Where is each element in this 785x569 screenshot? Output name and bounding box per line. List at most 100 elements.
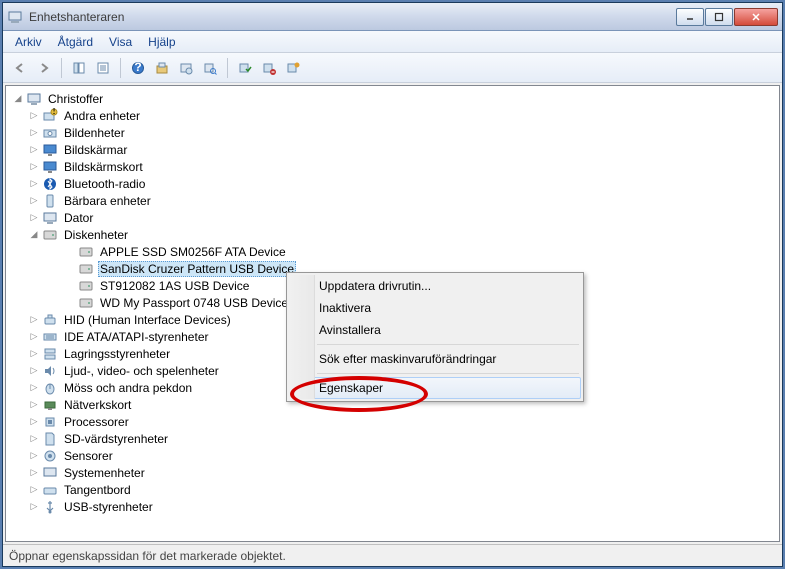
show-hide-tree-button[interactable]	[68, 57, 90, 79]
tree-label: Processorer	[62, 415, 131, 429]
expand-icon[interactable]: ▷	[28, 399, 40, 411]
tree-category-sd[interactable]: ▷ SD-värdstyrenheter	[8, 430, 777, 447]
enable-button[interactable]	[234, 57, 256, 79]
tree-category-bild[interactable]: ▷ Bildenheter	[8, 124, 777, 141]
help-button[interactable]: ?	[127, 57, 149, 79]
ctx-disable[interactable]: Inaktivera	[289, 297, 581, 319]
tree-category-barbara[interactable]: ▷ Bärbara enheter	[8, 192, 777, 209]
titlebar[interactable]: Enhetshanteraren	[3, 3, 782, 31]
expand-icon[interactable]: ▷	[28, 348, 40, 360]
expand-icon[interactable]: ▷	[28, 195, 40, 207]
cpu-icon	[42, 414, 58, 430]
tree-label: Bildskärmar	[62, 143, 129, 157]
expand-icon[interactable]: ▷	[28, 314, 40, 326]
tree-label: Lagringsstyrenheter	[62, 347, 172, 361]
tree-label: IDE ATA/ATAPI-styrenheter	[62, 330, 211, 344]
context-separator	[317, 373, 579, 374]
expand-icon[interactable]: ▷	[28, 127, 40, 139]
expand-icon[interactable]: ▷	[28, 144, 40, 156]
net-icon	[42, 397, 58, 413]
minimize-button[interactable]	[676, 8, 704, 26]
menu-hjalp[interactable]: Hjälp	[140, 33, 183, 51]
expand-icon[interactable]: ▷	[28, 467, 40, 479]
expand-icon[interactable]: ▷	[28, 110, 40, 122]
tree-category-skarmar[interactable]: ▷ Bildskärmar	[8, 141, 777, 158]
maximize-button[interactable]	[705, 8, 733, 26]
kb-icon	[42, 482, 58, 498]
computer-icon	[42, 210, 58, 226]
disk-icon	[78, 244, 94, 260]
expand-icon[interactable]: ▷	[28, 484, 40, 496]
uninstall-button[interactable]	[282, 57, 304, 79]
device-tree-panel[interactable]: ◢ Christoffer ▷ ! Andra enheter ▷ Bilden…	[5, 85, 780, 542]
tree-category-dator[interactable]: ▷ Dator	[8, 209, 777, 226]
disk-icon	[78, 295, 94, 311]
close-button[interactable]	[734, 8, 778, 26]
tree-label: Ljud-, video- och spelenheter	[62, 364, 221, 378]
expand-icon[interactable]: ▷	[28, 331, 40, 343]
tree-root[interactable]: ◢ Christoffer	[8, 90, 777, 107]
tree-category-processorer[interactable]: ▷ Processorer	[8, 413, 777, 430]
action1-button[interactable]	[151, 57, 173, 79]
sys-icon	[42, 465, 58, 481]
expand-icon[interactable]: ▷	[28, 433, 40, 445]
sd-icon	[42, 431, 58, 447]
tree-category-bluetooth[interactable]: ▷ Bluetooth-radio	[8, 175, 777, 192]
tree-label: Diskenheter	[62, 228, 130, 242]
camera-icon	[42, 125, 58, 141]
warn-icon: !	[42, 108, 58, 124]
ctx-uninstall[interactable]: Avinstallera	[289, 319, 581, 341]
tree-label: HID (Human Interface Devices)	[62, 313, 233, 327]
forward-button[interactable]	[33, 57, 55, 79]
expand-icon[interactable]: ▷	[28, 501, 40, 513]
collapse-icon[interactable]: ◢	[12, 93, 24, 105]
menu-atgard[interactable]: Åtgärd	[50, 33, 101, 51]
ctx-update-driver[interactable]: Uppdatera drivrutin...	[289, 275, 581, 297]
tree-category-system[interactable]: ▷ Systemenheter	[8, 464, 777, 481]
tree-label: SD-värdstyrenheter	[62, 432, 170, 446]
disk-icon	[42, 227, 58, 243]
tree-label: USB-styrenheter	[62, 500, 155, 514]
back-button[interactable]	[9, 57, 31, 79]
tree-label: Bildskärmskort	[62, 160, 145, 174]
action2-button[interactable]	[175, 57, 197, 79]
menu-visa[interactable]: Visa	[101, 33, 140, 51]
menu-arkiv[interactable]: Arkiv	[7, 33, 50, 51]
disk-icon	[78, 261, 94, 277]
expand-icon[interactable]: ▷	[28, 365, 40, 377]
tree-device[interactable]: ▷ APPLE SSD SM0256F ATA Device	[8, 243, 777, 260]
tree-label: Bildenheter	[62, 126, 127, 140]
tree-category-sensorer[interactable]: ▷ Sensorer	[8, 447, 777, 464]
properties-button[interactable]	[92, 57, 114, 79]
tree-label: Bärbara enheter	[62, 194, 153, 208]
collapse-icon[interactable]: ◢	[28, 229, 40, 241]
ctx-properties[interactable]: Egenskaper	[289, 377, 581, 399]
bt-icon	[42, 176, 58, 192]
tree-category-usb[interactable]: ▷ USB-styrenheter	[8, 498, 777, 515]
window-controls	[676, 8, 778, 26]
expand-icon[interactable]: ▷	[28, 416, 40, 428]
disk-icon	[78, 278, 94, 294]
ctx-label: Sök efter maskinvaruförändringar	[319, 352, 496, 366]
tree-category-skarmskort[interactable]: ▷ Bildskärmskort	[8, 158, 777, 175]
usb-icon	[42, 499, 58, 515]
tree-label: Möss och andra pekdon	[62, 381, 194, 395]
tree-category-diskenheter[interactable]: ◢ Diskenheter	[8, 226, 777, 243]
tree-category-tangentbord[interactable]: ▷ Tangentbord	[8, 481, 777, 498]
expand-icon[interactable]: ▷	[28, 178, 40, 190]
storage-icon	[42, 346, 58, 362]
ctx-scan-hardware[interactable]: Sök efter maskinvaruförändringar	[289, 348, 581, 370]
expand-icon[interactable]: ▷	[28, 161, 40, 173]
portable-icon	[42, 193, 58, 209]
tree-label: Dator	[62, 211, 95, 225]
disable-button[interactable]	[258, 57, 280, 79]
ctx-label: Uppdatera drivrutin...	[319, 279, 431, 293]
scan-button[interactable]	[199, 57, 221, 79]
expand-icon[interactable]: ▷	[28, 450, 40, 462]
tree-category-andra[interactable]: ▷ ! Andra enheter	[8, 107, 777, 124]
svg-text:!: !	[52, 108, 55, 117]
expand-icon[interactable]: ▷	[28, 382, 40, 394]
sensor-icon	[42, 448, 58, 464]
menubar: Arkiv Åtgärd Visa Hjälp	[3, 31, 782, 53]
expand-icon[interactable]: ▷	[28, 212, 40, 224]
